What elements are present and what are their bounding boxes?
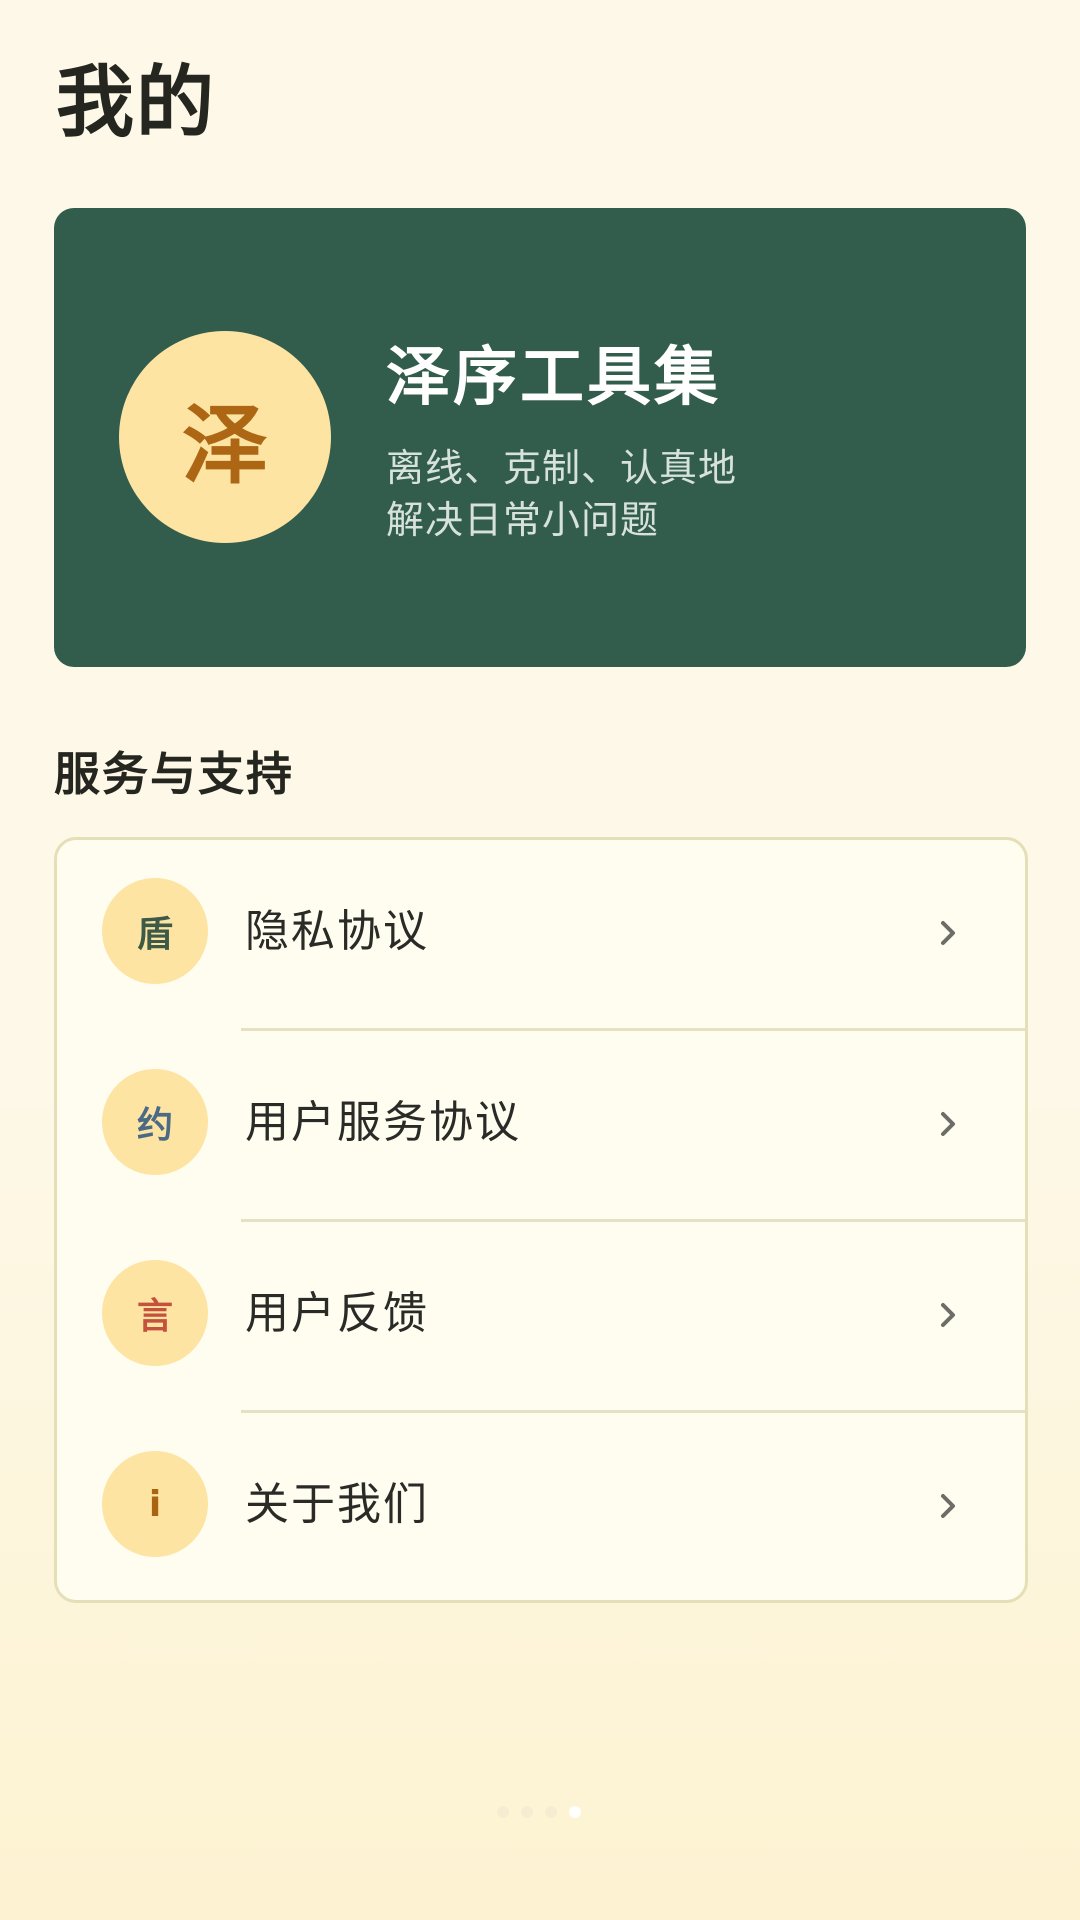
chevron-right-icon	[941, 921, 955, 945]
page-indicator-dot	[545, 1806, 557, 1818]
app-avatar: 泽	[119, 331, 331, 543]
menu-item-label: 关于我们	[245, 1479, 429, 1530]
menu-item-label: 用户服务协议	[245, 1097, 521, 1148]
profile-card: 泽 泽序工具集 离线、克制、认真地 解决日常小问题	[54, 208, 1026, 667]
section-title: 服务与支持	[54, 747, 294, 801]
page-indicator-dot-active	[569, 1806, 581, 1818]
service-menu: 盾 隐私协议 约 用户服务协议 言 用户反馈 i 关于我们	[54, 837, 1028, 1603]
menu-item-privacy-policy[interactable]: 盾 隐私协议	[57, 840, 1025, 1031]
info-icon: i	[102, 1451, 208, 1557]
menu-item-label: 隐私协议	[245, 906, 429, 957]
app-slogan: 离线、克制、认真地 解决日常小问题	[386, 442, 737, 546]
shield-icon: 盾	[102, 878, 208, 984]
page-indicator-dot	[497, 1806, 509, 1818]
app-slogan-line-2: 解决日常小问题	[386, 498, 660, 542]
app-slogan-line-1: 离线、克制、认真地	[386, 446, 738, 490]
chevron-right-icon	[941, 1112, 955, 1136]
page-title: 我的	[56, 58, 217, 148]
menu-item-about-us[interactable]: i 关于我们	[57, 1413, 1025, 1600]
page-indicator-dot	[521, 1806, 533, 1818]
menu-item-feedback[interactable]: 言 用户反馈	[57, 1222, 1025, 1413]
agreement-icon: 约	[102, 1069, 208, 1175]
chevron-right-icon	[941, 1303, 955, 1327]
page-indicator	[497, 1806, 581, 1818]
app-name: 泽序工具集	[386, 341, 721, 415]
menu-item-user-agreement[interactable]: 约 用户服务协议	[57, 1031, 1025, 1222]
feedback-icon: 言	[102, 1260, 208, 1366]
menu-item-label: 用户反馈	[245, 1288, 429, 1339]
chevron-right-icon	[941, 1494, 955, 1518]
